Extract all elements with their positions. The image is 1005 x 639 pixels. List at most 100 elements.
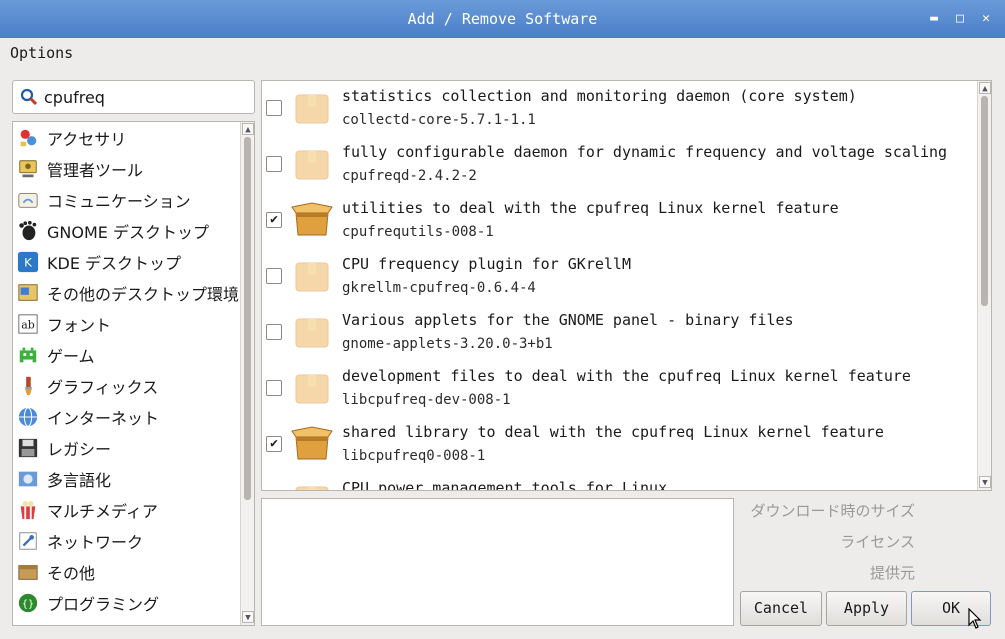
package-row[interactable]: CPU power management tools for Linux: [262, 473, 976, 490]
category-item[interactable]: レガシー: [13, 432, 241, 463]
download-size-label: ダウンロード時のサイズ: [750, 502, 915, 520]
category-list: アクセサリ管理者ツールコミュニケーション GNOME デスクトップ K KDE デスク…: [12, 121, 255, 626]
category-scrollbar[interactable]: ▲ ▼: [240, 122, 254, 625]
category-item[interactable]: ab フォント: [13, 308, 241, 339]
package-icon: [290, 87, 334, 127]
package-name: gkrellm-cpufreq-0.6.4-4: [342, 280, 536, 296]
package-name: cpufreqd-2.4.2-2: [342, 168, 477, 184]
scroll-up-icon[interactable]: ▲: [979, 82, 991, 94]
category-label: 管理者ツール: [47, 160, 144, 180]
category-item[interactable]: インターネット: [13, 401, 241, 432]
gnome-icon: [16, 219, 40, 243]
category-label: グラフィックス: [47, 377, 159, 397]
category-label: その他のデスクトップ環境: [47, 284, 240, 304]
games-icon: [16, 343, 40, 367]
package-description: fully configurable daemon for dynamic fr…: [342, 143, 948, 161]
svg-text:K: K: [24, 255, 33, 269]
package-checkbox[interactable]: [266, 268, 282, 284]
category-item[interactable]: K KDE デスクトップ: [13, 246, 241, 277]
category-item[interactable]: 多言語化: [13, 463, 241, 494]
category-item[interactable]: その他: [13, 556, 241, 587]
scroll-thumb[interactable]: [244, 137, 251, 500]
options-menu[interactable]: Options: [10, 44, 73, 62]
scroll-down-icon[interactable]: ▼: [242, 611, 254, 623]
package-checkbox[interactable]: [266, 380, 282, 396]
package-row[interactable]: development files to deal with the cpufr…: [262, 361, 976, 417]
category-label: 多言語化: [47, 470, 112, 490]
package-name: libcpufreq-dev-008-1: [342, 392, 511, 408]
package-icon: [290, 479, 334, 490]
package-scrollbar[interactable]: ▲ ▼: [977, 81, 991, 490]
localization-icon: [16, 467, 40, 491]
package-row[interactable]: Various applets for the GNOME panel - bi…: [262, 305, 976, 361]
package-checkbox[interactable]: ✔: [266, 212, 282, 228]
search-field[interactable]: cpufreq: [12, 80, 255, 114]
mouse-cursor-icon: [968, 608, 982, 629]
legacy-icon: [16, 436, 40, 460]
package-description: Various applets for the GNOME panel - bi…: [342, 311, 794, 329]
network-icon: [16, 529, 40, 553]
fonts-icon: ab: [16, 312, 40, 336]
scroll-up-icon[interactable]: ▲: [242, 123, 254, 135]
search-input[interactable]: cpufreq: [44, 88, 105, 107]
minimize-icon[interactable]: ▬: [927, 12, 941, 26]
window-controls: ▬ □ ✕: [927, 0, 993, 38]
category-label: KDE デスクトップ: [47, 253, 182, 273]
communication-icon: [16, 188, 40, 212]
window-title: Add / Remove Software: [407, 10, 598, 28]
package-row[interactable]: statistics collection and monitoring dae…: [262, 81, 976, 137]
category-item[interactable]: アクセサリ: [13, 122, 241, 153]
svg-text:ab: ab: [21, 318, 35, 331]
main-content: cpufreq アクセサリ管理者ツールコミュニケーション GNOME デスクトップ…: [0, 68, 1005, 639]
category-label: その他: [47, 563, 96, 583]
category-label: GNOME デスクトップ: [47, 222, 209, 242]
package-description: shared library to deal with the cpufreq …: [342, 423, 884, 441]
category-label: ネットワーク: [47, 532, 144, 552]
multimedia-icon: [16, 498, 40, 522]
package-checkbox[interactable]: ✔: [266, 436, 282, 452]
cancel-button[interactable]: Cancel: [740, 591, 822, 626]
maximize-icon[interactable]: □: [953, 12, 967, 26]
package-row[interactable]: ✔ shared library to deal with the cpufreq…: [262, 417, 976, 473]
package-name: cpufrequtils-008-1: [342, 224, 494, 240]
category-item[interactable]: グラフィックス: [13, 370, 241, 401]
package-checkbox[interactable]: [266, 100, 282, 116]
category-item[interactable]: その他のデスクトップ環境: [13, 277, 241, 308]
package-icon: [290, 255, 334, 295]
category-item[interactable]: 管理者ツール: [13, 153, 241, 184]
category-item[interactable]: マルチメディア: [13, 494, 241, 525]
svg-text:{}: {}: [22, 599, 34, 610]
admin-tools-icon: [16, 157, 40, 181]
package-description: statistics collection and monitoring dae…: [342, 87, 857, 105]
scroll-down-icon[interactable]: ▼: [979, 476, 991, 488]
category-label: アクセサリ: [47, 129, 127, 149]
package-row[interactable]: fully configurable daemon for dynamic fr…: [262, 137, 976, 193]
scroll-thumb[interactable]: [981, 96, 988, 306]
package-icon: [290, 311, 334, 351]
package-description: CPU frequency plugin for GKrellM: [342, 255, 631, 273]
category-label: マルチメディア: [47, 501, 158, 521]
package-icon: [290, 367, 334, 407]
category-item[interactable]: ネットワーク: [13, 525, 241, 556]
category-item[interactable]: {} プログラミング: [13, 587, 241, 618]
package-name: gnome-applets-3.20.0-3+b1: [342, 336, 553, 352]
package-name: libcpufreq0-008-1: [342, 448, 486, 464]
package-row[interactable]: CPU frequency plugin for GKrellM gkrellm-…: [262, 249, 976, 305]
programming-icon: {}: [16, 591, 40, 615]
close-icon[interactable]: ✕: [979, 12, 993, 26]
package-checkbox[interactable]: [266, 156, 282, 172]
category-item[interactable]: GNOME デスクトップ: [13, 215, 241, 246]
kde-icon: K: [16, 250, 40, 274]
accessories-icon: [16, 126, 40, 150]
license-label: ライセンス: [840, 533, 915, 551]
internet-icon: [16, 405, 40, 429]
package-checkbox[interactable]: [266, 324, 282, 340]
apply-button[interactable]: Apply: [826, 591, 907, 626]
provider-label: 提供元: [869, 564, 915, 582]
window-titlebar: Add / Remove Software ▬ □ ✕: [0, 0, 1005, 38]
category-label: インターネット: [47, 408, 160, 428]
category-label: プログラミング: [47, 594, 160, 614]
package-row[interactable]: ✔ utilities to deal with the cpufreq Linu…: [262, 193, 976, 249]
category-item[interactable]: コミュニケーション: [13, 184, 241, 215]
category-item[interactable]: ゲーム: [13, 339, 241, 370]
